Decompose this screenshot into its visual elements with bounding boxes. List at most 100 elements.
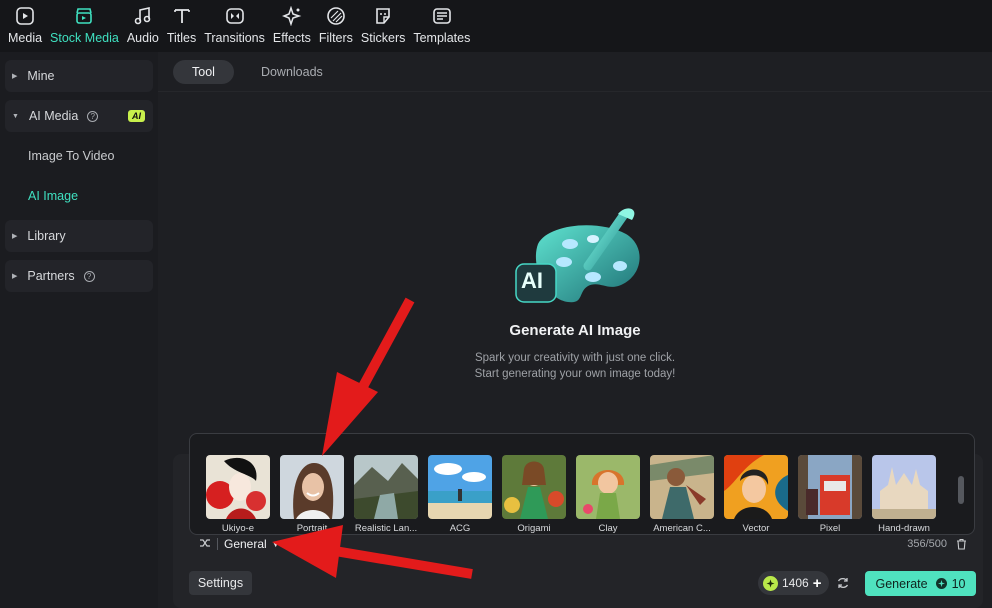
chevron-down-icon[interactable]: ▼ — [272, 540, 280, 549]
sidebar-item-ai-image[interactable]: AI Image — [5, 180, 153, 212]
refresh-icon[interactable] — [836, 576, 850, 590]
sidebar-item-mine[interactable]: ▶ Mine — [5, 60, 153, 92]
character-count: 356/500 — [907, 538, 947, 550]
style-thumbnail — [428, 455, 492, 519]
style-label: Pixel — [819, 523, 841, 534]
style-option-acg[interactable]: ACG — [428, 455, 492, 534]
style-thumbnail — [502, 455, 566, 519]
toolbar-label: Stock Media — [50, 31, 119, 45]
sidebar-item-label: Mine — [27, 69, 55, 83]
ai-badge: AI — [128, 110, 145, 122]
templates-icon — [431, 5, 453, 27]
style-option-origami[interactable]: Origami — [502, 455, 566, 534]
help-icon[interactable]: ? — [83, 270, 95, 282]
subtitle-line: Start generating your own image today! — [474, 368, 676, 380]
toolbar-label: Audio — [126, 31, 159, 45]
style-label: Vector — [742, 523, 770, 534]
toolbar-stickers[interactable]: Stickers — [361, 0, 405, 52]
style-option-vector[interactable]: Vector — [724, 455, 788, 534]
subtitle-line: Spark your creativity with just one clic… — [474, 352, 676, 364]
toolbar-label: Filters — [318, 31, 353, 45]
sidebar-item-label: AI Media — [28, 109, 79, 123]
prompt-controls: General ▼ 356/500 — [190, 534, 975, 554]
empty-state-subtitle: Spark your creativity with just one clic… — [158, 350, 992, 382]
style-option-clay[interactable]: Clay — [576, 455, 640, 534]
toolbar-stock-media[interactable]: Stock Media — [50, 0, 119, 52]
style-picker-popup: Ukiyo-e Portrait Realistic Lan... ACG Or… — [189, 433, 975, 535]
stock-media-icon — [73, 5, 95, 27]
music-note-icon — [132, 5, 154, 27]
filters-icon — [325, 5, 347, 27]
generate-cost: 10 — [951, 576, 966, 591]
tab-downloads[interactable]: Downloads — [242, 60, 342, 84]
toolbar-effects[interactable]: Effects — [273, 0, 311, 52]
shuffle-icon[interactable] — [199, 537, 213, 552]
credits-value: 1406 — [782, 576, 809, 590]
tab-tool[interactable]: Tool — [173, 59, 234, 84]
toolbar-label: Stickers — [360, 31, 406, 45]
style-picker-scrollbar[interactable] — [958, 476, 964, 504]
style-thumbnail — [798, 455, 862, 519]
style-label: Portrait — [296, 523, 328, 534]
style-label: American C... — [653, 523, 711, 534]
style-dropdown-value[interactable]: General — [224, 537, 267, 551]
media-icon — [14, 5, 36, 27]
sidebar-item-image-to-video[interactable]: Image To Video — [5, 140, 153, 172]
toolbar-filters[interactable]: Filters — [319, 0, 353, 52]
style-thumbnail — [576, 455, 640, 519]
caret-right-icon: ▶ — [12, 273, 18, 280]
caret-right-icon: ▶ — [12, 233, 18, 240]
toolbar-label: Transitions — [204, 31, 265, 45]
toolbar-audio[interactable]: Audio — [127, 0, 159, 52]
toolbar-titles[interactable]: Titles — [167, 0, 196, 52]
sidebar: ▶ Mine ▼ AI Media ? AI Image To Video AI… — [0, 52, 158, 608]
style-thumbnail — [650, 455, 714, 519]
generate-label: Generate — [875, 576, 928, 591]
help-icon[interactable]: ? — [87, 110, 99, 122]
style-thumbnail — [872, 455, 936, 519]
style-option-pixel[interactable]: Pixel — [798, 455, 862, 534]
transitions-icon — [224, 5, 246, 27]
empty-state-title: Generate AI Image — [509, 322, 641, 339]
toolbar-templates[interactable]: Templates — [413, 0, 470, 52]
sidebar-item-label: Partners — [27, 269, 75, 283]
toolbar-transitions[interactable]: Transitions — [204, 0, 265, 52]
style-label: Clay — [598, 523, 618, 534]
style-option-american-comic[interactable]: American C... — [650, 455, 714, 534]
ai-palette-illustration — [515, 208, 640, 303]
style-label: ACG — [449, 523, 471, 534]
toolbar-label: Titles — [166, 31, 197, 45]
toolbar-media[interactable]: Media — [8, 0, 42, 52]
credits-pill[interactable]: 1406 + — [758, 571, 829, 595]
style-thumbnail — [206, 455, 270, 519]
style-label: Ukiyo-e — [221, 523, 255, 534]
toolbar-label: Templates — [413, 31, 471, 45]
style-label: Realistic Lan... — [354, 523, 418, 534]
sticker-icon — [372, 5, 394, 27]
style-option-realistic-landscape[interactable]: Realistic Lan... — [354, 455, 418, 534]
trash-icon[interactable] — [955, 538, 967, 550]
sidebar-item-ai-media[interactable]: ▼ AI Media ? AI — [5, 100, 153, 132]
style-thumbnail — [354, 455, 418, 519]
tab-bar: Tool Downloads — [158, 52, 992, 92]
caret-right-icon: ▶ — [12, 73, 18, 80]
settings-button[interactable]: Settings — [189, 571, 252, 595]
style-label: Origami — [517, 523, 551, 534]
generate-button[interactable]: Generate 10 — [865, 571, 976, 596]
text-t-icon — [171, 5, 193, 27]
sparkle-icon — [281, 5, 303, 27]
sidebar-item-label: Library — [27, 229, 66, 243]
style-label: Hand-drawn — [878, 523, 930, 534]
style-option-ukiyo-e[interactable]: Ukiyo-e — [206, 455, 270, 534]
style-option-portrait[interactable]: Portrait — [280, 455, 344, 534]
caret-down-icon: ▼ — [12, 112, 19, 120]
credit-coin-icon — [935, 578, 947, 589]
sidebar-item-library[interactable]: ▶ Library — [5, 220, 153, 252]
add-credits-icon[interactable]: + — [813, 575, 822, 592]
top-toolbar: Media Stock Media Audio Titles Transitio… — [0, 0, 992, 52]
style-option-hand-drawn[interactable]: Hand-drawn — [872, 455, 936, 534]
style-thumbnail — [724, 455, 788, 519]
sidebar-item-partners[interactable]: ▶ Partners ? — [5, 260, 153, 292]
toolbar-label: Media — [8, 31, 43, 45]
toolbar-label: Effects — [272, 31, 311, 45]
